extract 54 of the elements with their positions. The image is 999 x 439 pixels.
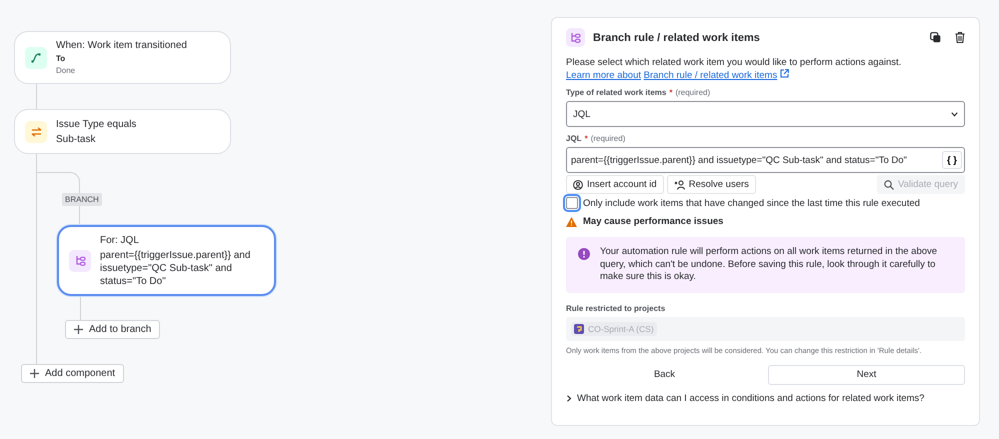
node-title: For: JQL [100, 234, 140, 246]
warning-text: May cause performance issues [583, 216, 724, 227]
learn-more-link[interactable]: Learn more about [566, 70, 641, 81]
project-tag: CO-Sprint-A (CS) [571, 322, 657, 336]
chevron-icon [566, 394, 572, 402]
required-note: (required) [675, 88, 710, 97]
next-button[interactable]: Next [768, 364, 965, 384]
branch-icon [74, 255, 86, 266]
project-avatar-icon [574, 324, 584, 334]
account-button[interactable]: Insert account id [566, 175, 664, 194]
field-label: Type of related work items [566, 88, 666, 97]
person-icon [573, 180, 583, 190]
required-mark: * [584, 134, 588, 143]
node-field-label: To [56, 54, 66, 64]
node-value: parent={{triggerIssue.parent}} and issuetype="QC Sub-task" and status="To Do" [100, 248, 252, 288]
people-icon [674, 180, 685, 190]
external-link-icon [780, 69, 789, 78]
branch-icon [570, 32, 581, 43]
back-button[interactable]: Back [566, 364, 763, 384]
required-mark: * [669, 88, 672, 97]
branch-tag: BRANCH [62, 193, 102, 206]
swap-arrows-icon [30, 126, 42, 136]
search-icon [884, 180, 894, 190]
learn-more-link[interactable]: Branch rule / related work items [644, 70, 778, 81]
checkbox[interactable] [566, 197, 578, 209]
jql-input-field[interactable]: parent={{triggerIssue.parent}} and issuetype="QC Sub-task" and status="To Do" { } [566, 147, 965, 173]
field-label: Rule restricted to projects [566, 304, 666, 312]
smart-values-button[interactable]: { } [942, 151, 962, 169]
faq-expander[interactable]: What work item data can I access in conditions and actions for related work items? [566, 392, 965, 404]
trash-icon[interactable] [955, 32, 965, 43]
type-select[interactable]: JQL [566, 101, 965, 127]
intro-text: Please select which related work item you would like to perform actions against. Learn more about Branch rule / related work items [566, 56, 902, 82]
field-label: JQL [566, 134, 582, 143]
checkbox-label: Only include work items that have changed since the last time this rule executed [583, 198, 920, 208]
trigger-node[interactable]: When: Work item transitioned To Done [14, 31, 231, 84]
required-note: (required) [590, 134, 626, 143]
exclamation-icon [578, 248, 590, 260]
warning-icon [566, 216, 577, 226]
add-component-button[interactable]: Add component [21, 364, 124, 383]
chevron-down-icon [951, 112, 958, 116]
plus-icon [30, 369, 39, 378]
add-to-branch-button[interactable]: Add to branch [65, 320, 160, 339]
node-value: Sub-task [56, 132, 96, 146]
users-button[interactable]: Resolve users [666, 175, 756, 194]
node-title: When: Work item transitioned [56, 39, 187, 52]
notice-text: Your automation rule will perform actions on all work items returned in the above query, which can't be undone. Before saving this rule, look through it carefully to make sure this is okay. [600, 246, 938, 284]
branch-node[interactable]: For: JQL parent={{triggerIssue.parent}} and issuetype="QC Sub-task" and status="To Do" [57, 225, 276, 296]
copy-icon[interactable] [930, 32, 941, 43]
plus-icon [74, 325, 83, 334]
node-value: Done [56, 66, 76, 76]
panel-title: Branch rule / related work items [593, 32, 761, 44]
flow-icon [31, 52, 41, 62]
condition-node[interactable]: Issue Type equals Sub-task [14, 109, 231, 154]
node-title: Issue Type equals [56, 118, 136, 130]
